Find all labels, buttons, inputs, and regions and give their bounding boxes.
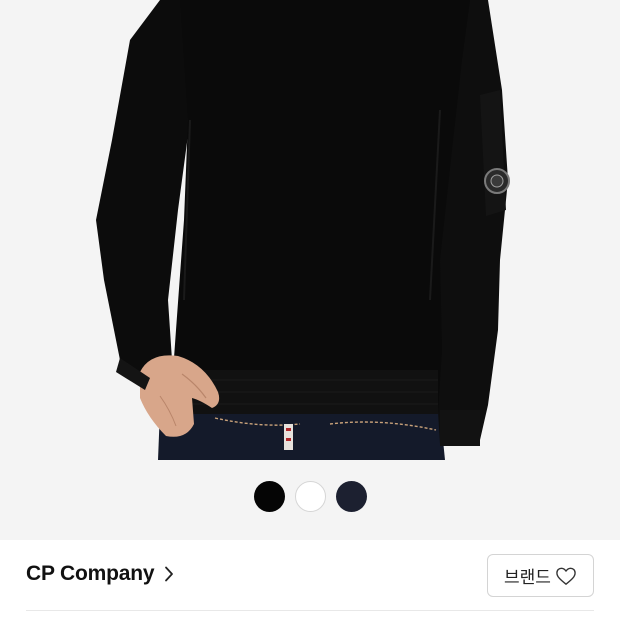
- brand-link[interactable]: CP Company: [26, 562, 174, 586]
- heart-outline-icon: [556, 567, 576, 585]
- brand-name: CP Company: [26, 562, 155, 585]
- product-photo: [0, 0, 620, 460]
- color-swatch-navy[interactable]: [335, 481, 367, 512]
- brand-follow-button[interactable]: 브랜드: [487, 554, 594, 597]
- brand-row: CP Company 브랜드: [0, 540, 620, 612]
- color-swatch-black[interactable]: [253, 481, 285, 512]
- color-swatches: [0, 481, 620, 513]
- brand-follow-label: 브랜드: [504, 568, 551, 588]
- product-gallery[interactable]: [0, 0, 620, 540]
- section-divider: [26, 610, 594, 611]
- color-swatch-white[interactable]: [294, 481, 326, 512]
- chevron-right-icon: [165, 566, 174, 582]
